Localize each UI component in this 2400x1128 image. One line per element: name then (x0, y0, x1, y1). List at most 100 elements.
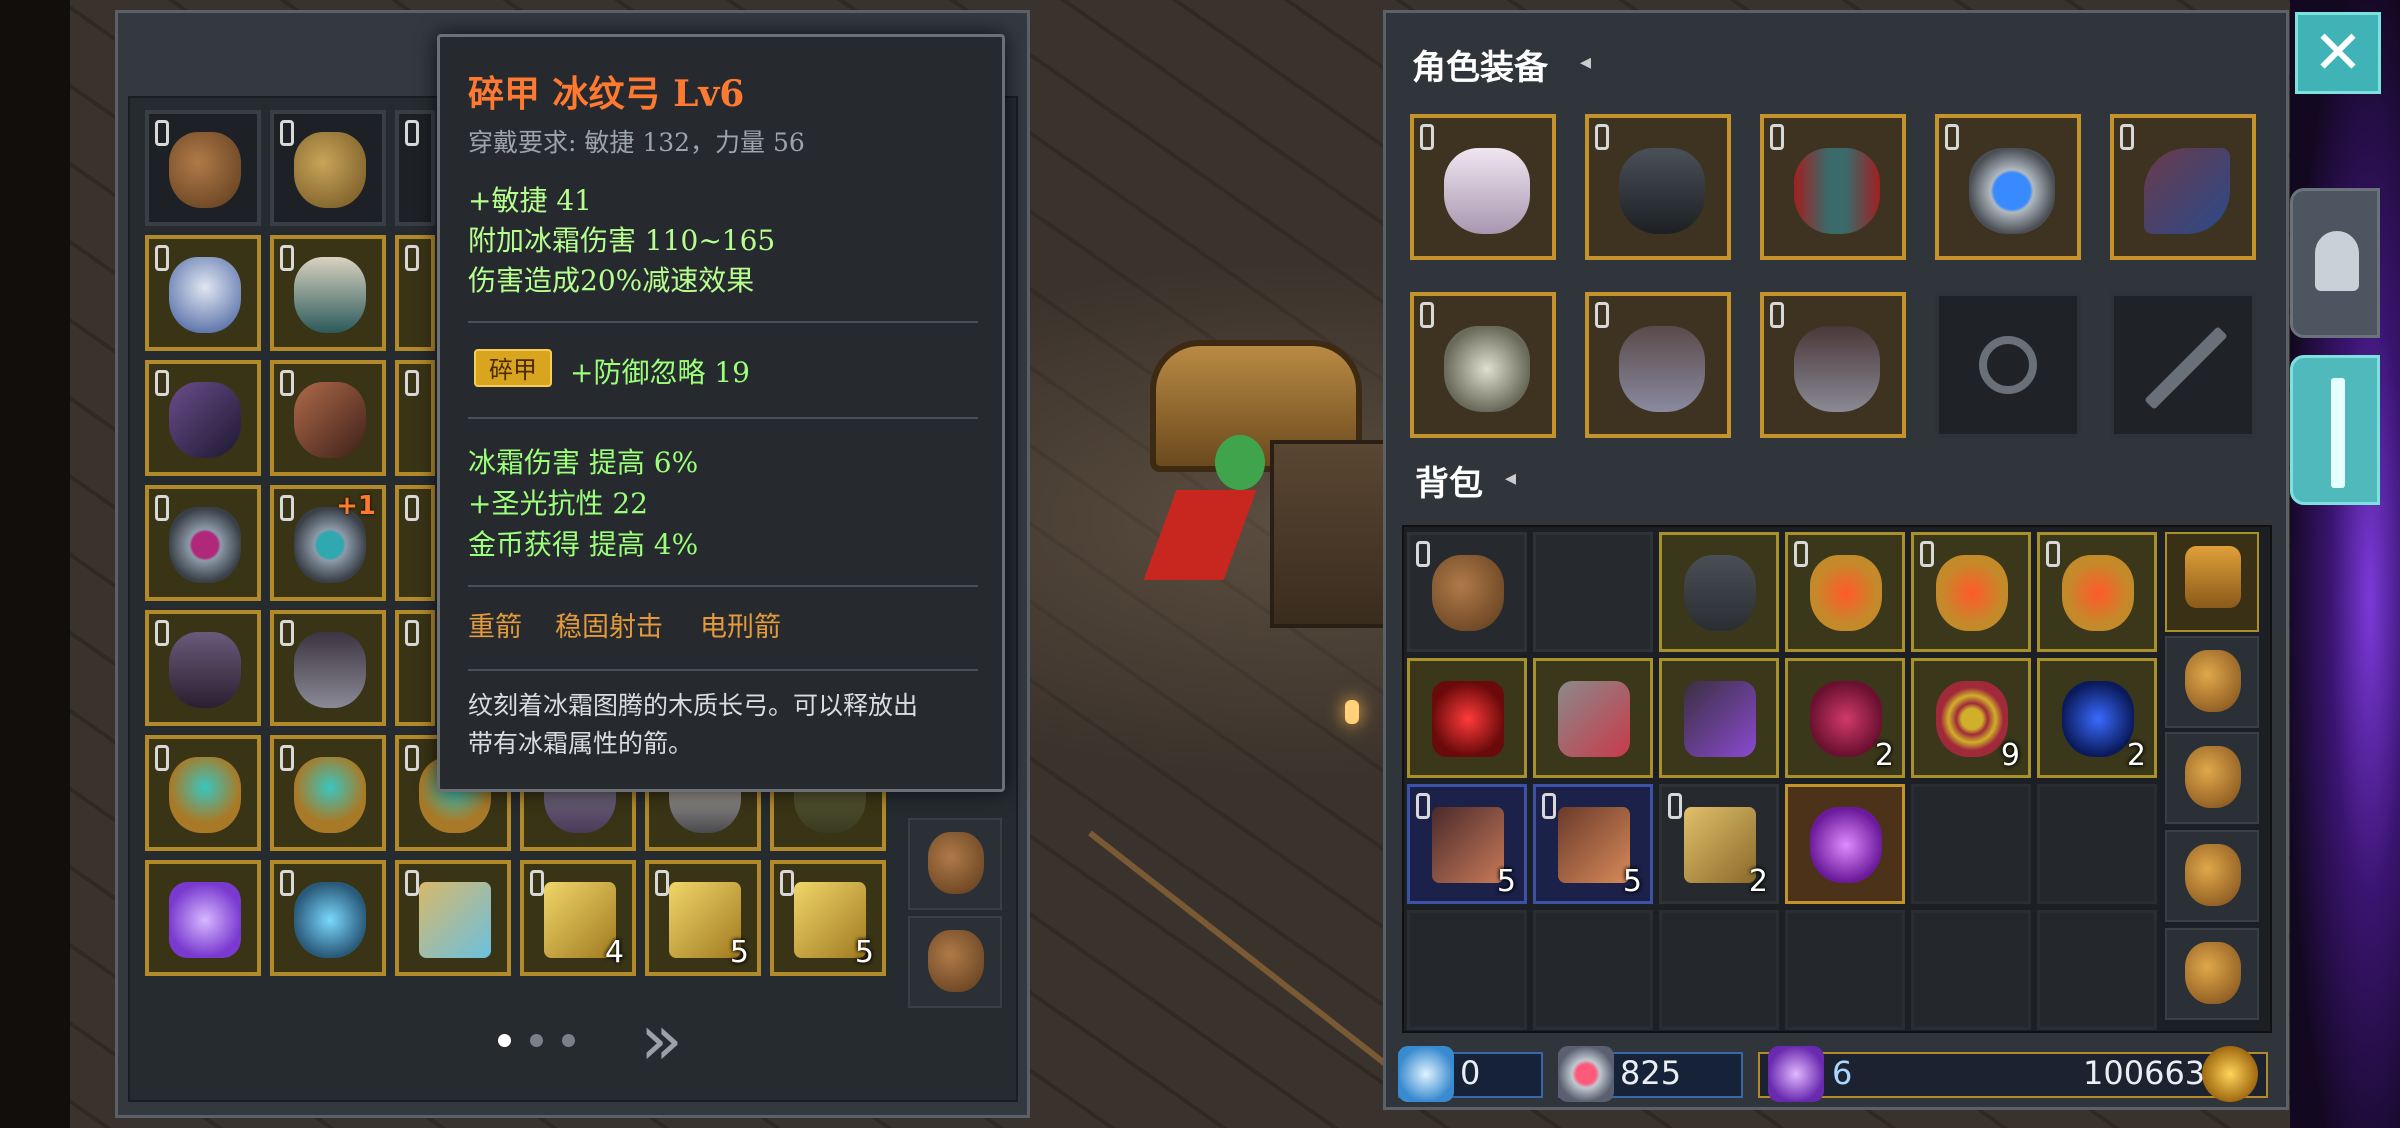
lock-icon (1416, 793, 1430, 819)
stash-slot[interactable] (145, 610, 261, 726)
stash-slot[interactable] (145, 860, 261, 976)
backpack-slot[interactable]: 9 (1911, 658, 2031, 778)
page-dot[interactable] (562, 1034, 575, 1047)
next-page-button[interactable]: » (640, 1005, 683, 1075)
backpack-slot[interactable]: 2 (1785, 658, 1905, 778)
stash-slot[interactable] (270, 860, 386, 976)
bag-slot[interactable] (2165, 636, 2259, 728)
stash-slot[interactable]: +1 (270, 485, 386, 601)
stash-slot[interactable] (270, 360, 386, 476)
backpack-slot[interactable] (1911, 532, 2031, 652)
stash-side-slot[interactable] (908, 818, 1002, 910)
stash-slot[interactable] (270, 610, 386, 726)
stash-slot[interactable] (395, 235, 435, 351)
stash-side-slot[interactable] (908, 916, 1002, 1008)
stash-slot[interactable] (270, 735, 386, 851)
backpack-slot[interactable] (1785, 532, 1905, 652)
equip-slot-armor[interactable] (1585, 114, 1731, 260)
equip-slot-cloak[interactable] (1760, 114, 1906, 260)
backpack-slot[interactable] (1911, 784, 2031, 904)
gem-amount: 6 (1832, 1054, 1853, 1092)
backpack-slot[interactable] (1785, 784, 1905, 904)
item-stat: 附加冰霜伤害 110~165 (468, 224, 776, 257)
stash-slot[interactable]: 4 (520, 860, 636, 976)
lock-icon (1945, 124, 1959, 150)
stash-slot[interactable] (145, 360, 261, 476)
lock-icon (155, 120, 169, 146)
stash-slot[interactable] (145, 485, 261, 601)
close-button[interactable]: ✕ (2295, 12, 2381, 94)
item-tooltip: 碎甲 冰纹弓 Lv6 穿戴要求: 敏捷 132，力量 56 +敏捷 41 附加冰… (437, 34, 1005, 792)
tab-equipment[interactable] (2290, 188, 2380, 338)
lock-icon (155, 745, 169, 771)
item-count: 5 (729, 935, 749, 970)
page-dot[interactable] (530, 1034, 543, 1047)
equip-slot-weapon-empty[interactable] (2110, 292, 2256, 438)
red-crystal-icon (1432, 681, 1504, 757)
tab-weapons[interactable] (2290, 355, 2380, 505)
gauntlet-icon (1684, 555, 1756, 631)
page-dot-active[interactable] (498, 1034, 511, 1047)
lock-icon (2120, 124, 2134, 150)
backpack-slot[interactable] (1533, 910, 1653, 1030)
backpack-slot[interactable] (1785, 910, 1905, 1030)
amulet-icon (2062, 555, 2134, 631)
item-requirement: 穿戴要求: 敏捷 132，力量 56 (468, 128, 805, 157)
backpack-slot[interactable] (1407, 532, 1527, 652)
equip-slot-gloves[interactable] (1585, 292, 1731, 438)
gold-coin-icon (2202, 1046, 2258, 1102)
stash-slot[interactable] (395, 110, 435, 226)
stash-slot[interactable] (395, 610, 435, 726)
equip-slot-ring-empty[interactable] (1935, 292, 2081, 438)
backpack-slot[interactable]: 2 (2037, 658, 2157, 778)
ore-icon (1558, 681, 1630, 757)
bag-slot[interactable] (2165, 732, 2259, 824)
backpack-slot[interactable] (1911, 910, 2031, 1030)
stash-slot[interactable] (270, 110, 386, 226)
equip-slot-ring[interactable] (1935, 114, 2081, 260)
stash-slot[interactable] (395, 485, 435, 601)
bag-slot[interactable] (2165, 928, 2259, 1020)
lock-icon (1420, 124, 1434, 150)
collapse-arrow-icon[interactable]: ◂ (1505, 466, 1516, 491)
backpack-slot[interactable] (1533, 658, 1653, 778)
equip-slot-bow[interactable] (2110, 114, 2256, 260)
backpack-slot[interactable] (1659, 658, 1779, 778)
item-count: 2 (2126, 738, 2146, 773)
lock-icon (1595, 124, 1609, 150)
feather-icon (1432, 807, 1504, 883)
shard-icon (1398, 1046, 1454, 1102)
collapse-arrow-icon[interactable]: ◂ (1580, 50, 1591, 75)
backpack-slot[interactable] (2037, 784, 2157, 904)
stash-slot[interactable] (395, 360, 435, 476)
backpack-slot[interactable] (2037, 532, 2157, 652)
equip-slot-boots[interactable] (1760, 292, 1906, 438)
backpack-slot[interactable] (1659, 532, 1779, 652)
backpack-slot[interactable]: 5 (1407, 784, 1527, 904)
stash-slot[interactable] (395, 860, 511, 976)
equip-slot-amulet[interactable] (1410, 292, 1556, 438)
lock-icon (405, 245, 419, 271)
backpack-slot[interactable]: 2 (1659, 784, 1779, 904)
item-stat: +圣光抗性 22 (468, 487, 648, 520)
magic-scroll-icon (294, 882, 366, 958)
backpack-slot[interactable] (2037, 910, 2157, 1030)
item-count: 5 (1496, 864, 1516, 899)
lock-icon (280, 745, 294, 771)
stash-slot[interactable] (270, 235, 386, 351)
backpack-slot[interactable] (1533, 532, 1653, 652)
stash-slot[interactable]: 5 (645, 860, 761, 976)
portal-glow (2290, 0, 2400, 1128)
bag-tab[interactable] (2165, 532, 2259, 632)
backpack-slot[interactable] (1407, 910, 1527, 1030)
backpack-slot[interactable] (1407, 658, 1527, 778)
stash-slot[interactable]: 5 (770, 860, 886, 976)
stash-slot[interactable] (145, 735, 261, 851)
backpack-slot[interactable] (1659, 910, 1779, 1030)
bag-slot[interactable] (2165, 830, 2259, 922)
item-count: 5 (854, 935, 874, 970)
equip-slot-helmet[interactable] (1410, 114, 1556, 260)
backpack-slot[interactable]: 5 (1533, 784, 1653, 904)
stash-slot[interactable] (145, 110, 261, 226)
stash-slot[interactable] (145, 235, 261, 351)
